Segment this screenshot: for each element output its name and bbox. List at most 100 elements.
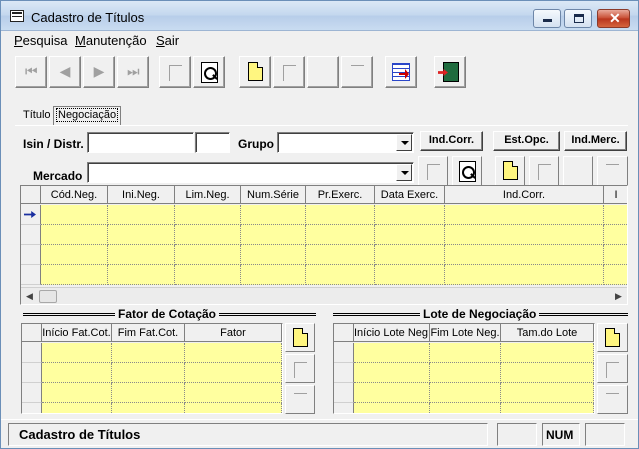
grid-cell[interactable] xyxy=(112,363,185,383)
table-row[interactable] xyxy=(22,403,282,413)
first-record-button[interactable]: ⏮ xyxy=(15,56,47,88)
grid-cell[interactable] xyxy=(501,383,594,403)
grid-cell[interactable] xyxy=(445,205,604,225)
mercado-undo-button[interactable] xyxy=(597,156,628,186)
table-row[interactable] xyxy=(22,383,282,403)
grid-cell[interactable] xyxy=(445,245,604,265)
grid-cell[interactable] xyxy=(108,225,175,245)
mercado-copy-button[interactable] xyxy=(529,156,559,186)
table-row[interactable] xyxy=(21,265,627,285)
lote-edit-button[interactable] xyxy=(597,354,628,383)
copy-button[interactable] xyxy=(273,56,305,88)
mercado-dropdown-button[interactable] xyxy=(396,164,412,181)
col-inicio-fat-cot[interactable]: Início Fat.Cot. xyxy=(42,324,112,342)
grid-cell[interactable] xyxy=(185,383,282,403)
grid-cell[interactable] xyxy=(306,265,375,285)
table-row[interactable] xyxy=(21,225,627,245)
scroll-thumb[interactable] xyxy=(39,290,57,303)
grid-cell[interactable] xyxy=(501,363,594,383)
grid-cell[interactable] xyxy=(241,225,306,245)
next-record-button[interactable]: ▶ xyxy=(83,56,115,88)
col-ini-neg[interactable]: Ini.Neg. xyxy=(108,186,175,204)
exit-button[interactable] xyxy=(434,56,466,88)
menu-pesquisa[interactable]: Pesquisa xyxy=(14,33,67,48)
grid-cell[interactable] xyxy=(41,245,108,265)
grid-cell[interactable] xyxy=(604,225,627,245)
grid-cell[interactable] xyxy=(306,205,375,225)
grid-cell[interactable] xyxy=(604,205,627,225)
mercado-select[interactable] xyxy=(87,162,414,183)
grid-cell[interactable] xyxy=(501,403,594,413)
grid-cell[interactable] xyxy=(108,245,175,265)
grid-cell[interactable] xyxy=(175,225,241,245)
grid-cell[interactable] xyxy=(430,363,501,383)
est-opc-button[interactable]: Est.Opc. xyxy=(493,131,560,151)
table-row[interactable] xyxy=(334,383,594,403)
table-row[interactable] xyxy=(334,343,594,363)
lote-undo-button[interactable] xyxy=(597,385,628,414)
grid-cell[interactable] xyxy=(501,343,594,363)
col-fim-fat-cot[interactable]: Fim Fat.Cot. xyxy=(112,324,185,342)
distr-input[interactable] xyxy=(195,132,230,153)
table-row[interactable] xyxy=(21,245,627,265)
last-record-button[interactable]: ⏭ xyxy=(117,56,149,88)
table-row[interactable] xyxy=(21,205,627,225)
isin-input[interactable] xyxy=(87,132,194,153)
grid-cell[interactable] xyxy=(108,265,175,285)
grid-cell[interactable] xyxy=(354,403,430,413)
grid-cell[interactable] xyxy=(354,363,430,383)
grid-cell[interactable] xyxy=(112,403,185,413)
grid-cell[interactable] xyxy=(175,245,241,265)
grid-cell[interactable] xyxy=(185,363,282,383)
col-partial[interactable]: I xyxy=(604,186,627,204)
grid-cell[interactable] xyxy=(430,343,501,363)
grid-cell[interactable] xyxy=(41,265,108,285)
scroll-left-icon[interactable]: ◀ xyxy=(21,288,38,304)
table-row[interactable] xyxy=(334,363,594,383)
search-button[interactable] xyxy=(193,56,225,88)
ind-merc-button[interactable]: Ind.Merc. xyxy=(564,131,627,151)
mercado-search-button[interactable] xyxy=(452,156,482,186)
grid-cell[interactable] xyxy=(375,265,445,285)
col-num-serie[interactable]: Num.Série xyxy=(241,186,306,204)
lote-grid[interactable]: Início Lote Neg. Fim Lote Neg. Tam.do Lo… xyxy=(333,323,595,414)
grid-cell[interactable] xyxy=(375,245,445,265)
col-cod-neg[interactable]: Cód.Neg. xyxy=(41,186,108,204)
grid-cell[interactable] xyxy=(445,265,604,285)
grid-cell[interactable] xyxy=(41,205,108,225)
col-fim-lote-neg[interactable]: Fim Lote Neg. xyxy=(430,324,501,342)
col-fator[interactable]: Fator xyxy=(185,324,282,342)
col-tam-do-lote[interactable]: Tam.do Lote xyxy=(501,324,594,342)
grid-cell[interactable] xyxy=(354,383,430,403)
grid-cell[interactable] xyxy=(241,205,306,225)
undo-button[interactable] xyxy=(341,56,373,88)
grid-cell[interactable] xyxy=(185,343,282,363)
fator-new-button[interactable] xyxy=(285,323,315,352)
grid-cell[interactable] xyxy=(42,343,112,363)
grid-cell[interactable] xyxy=(108,205,175,225)
col-pr-exerc[interactable]: Pr.Exerc. xyxy=(306,186,375,204)
grid-cell[interactable] xyxy=(42,383,112,403)
grid-cell[interactable] xyxy=(42,403,112,413)
grid-cell[interactable] xyxy=(241,245,306,265)
grid-cell[interactable] xyxy=(175,265,241,285)
previous-record-button[interactable]: ◀ xyxy=(49,56,81,88)
ind-corr-button[interactable]: Ind.Corr. xyxy=(420,131,483,151)
mercado-save-button[interactable] xyxy=(563,156,593,186)
col-data-exerc[interactable]: Data Exerc. xyxy=(375,186,445,204)
grid-cell[interactable] xyxy=(604,245,627,265)
grid-cell[interactable] xyxy=(175,205,241,225)
form-app-icon[interactable] xyxy=(10,10,24,22)
grid-cell[interactable] xyxy=(41,225,108,245)
table-row[interactable] xyxy=(22,363,282,383)
maximize-button[interactable] xyxy=(564,9,592,28)
close-button[interactable]: ✕ xyxy=(597,9,630,28)
grid-cell[interactable] xyxy=(42,363,112,383)
col-inicio-lote-neg[interactable]: Início Lote Neg. xyxy=(354,324,430,342)
grid-cell[interactable] xyxy=(604,265,627,285)
edit-button[interactable] xyxy=(159,56,191,88)
negociacao-grid[interactable]: Cód.Neg. Ini.Neg. Lim.Neg. Num.Série Pr.… xyxy=(20,185,628,305)
col-ind-corr[interactable]: Ind.Corr. xyxy=(445,186,604,204)
fator-grid[interactable]: Início Fat.Cot. Fim Fat.Cot. Fator xyxy=(21,323,283,414)
tab-titulo[interactable]: Título xyxy=(23,109,51,121)
